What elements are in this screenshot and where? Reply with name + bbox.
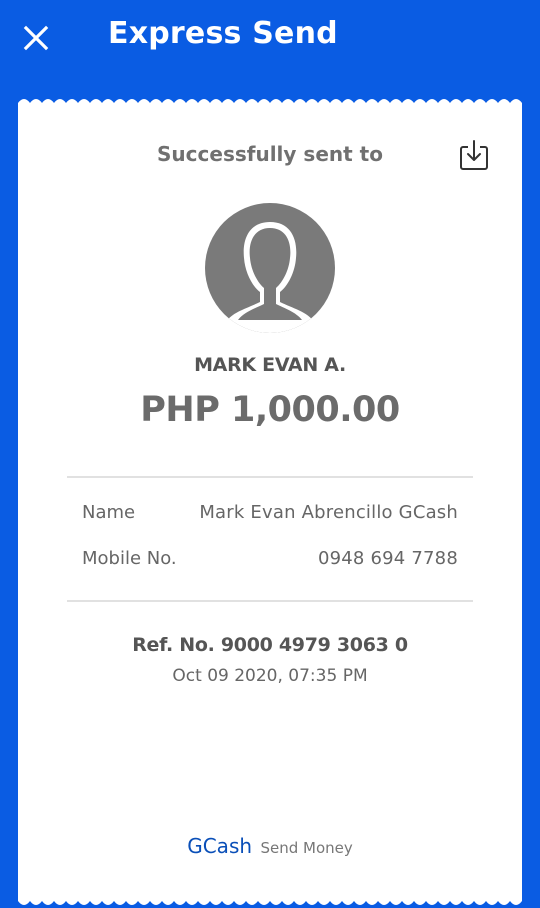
download-icon xyxy=(460,140,488,170)
brand-logo-text: GCash xyxy=(187,834,253,858)
detail-label-mobile: Mobile No. xyxy=(82,548,177,569)
amount-sent: PHP 1,000.00 xyxy=(140,390,400,430)
receipt-card: Successfully sent to MARK EVAN A. PHP 1,… xyxy=(18,96,522,908)
page-title: Express Send xyxy=(108,16,338,51)
avatar-placeholder-icon xyxy=(205,203,335,333)
divider xyxy=(67,600,473,602)
close-button[interactable] xyxy=(20,22,52,54)
close-icon xyxy=(23,25,49,51)
divider xyxy=(67,476,473,478)
footer-caption: Send Money xyxy=(260,839,353,857)
recipient-avatar xyxy=(204,202,336,334)
download-button[interactable] xyxy=(458,138,490,172)
detail-label-name: Name xyxy=(82,502,136,523)
transaction-datetime: Oct 09 2020, 07:35 PM xyxy=(172,666,368,686)
receipt-footer: GCash Send Money xyxy=(18,834,522,858)
detail-value-mobile: 0948 694 7788 xyxy=(317,548,458,569)
recipient-name: MARK EVAN A. xyxy=(194,354,346,376)
detail-value-name: Mark Evan Abrencillo GCash xyxy=(199,502,458,523)
success-heading: Successfully sent to xyxy=(157,142,383,166)
reference-number: Ref. No. 9000 4979 3063 0 xyxy=(132,634,408,656)
app-header: Express Send xyxy=(0,0,540,100)
